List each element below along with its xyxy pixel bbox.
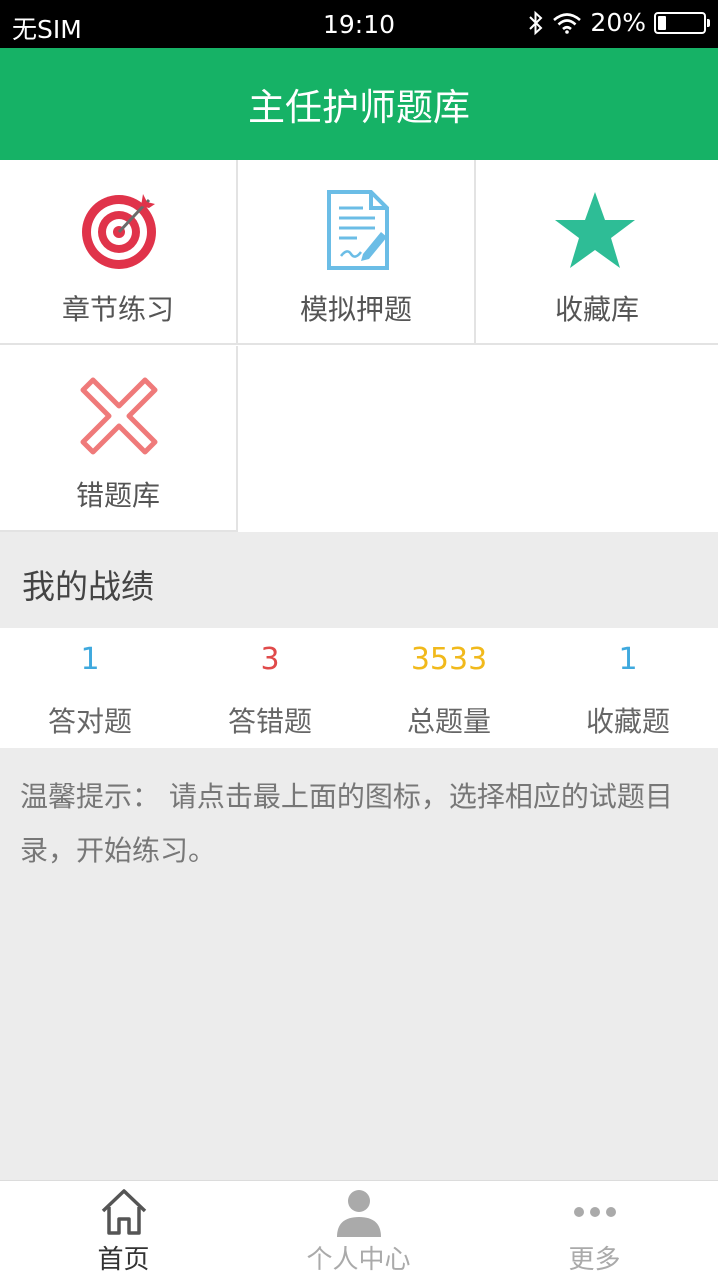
grid-item-favorites[interactable]: 收藏库: [476, 160, 718, 345]
grid-item-wrong-questions[interactable]: 错题库: [0, 346, 238, 532]
wifi-icon: [553, 12, 582, 34]
tip-text: 温馨提示： 请点击最上面的图标，选择相应的试题目录，开始练习。: [20, 780, 673, 867]
function-grid: 章节练习 模拟押题 收藏库 错题库: [0, 160, 718, 532]
nav-bar: 主任护师题库: [0, 48, 718, 160]
grid-item-label: 章节练习: [61, 293, 174, 326]
grid-item-label: 模拟押题: [299, 293, 412, 326]
tab-profile[interactable]: 个人中心: [239, 1181, 478, 1279]
stat-favorites[interactable]: 1 收藏题: [538, 628, 718, 748]
status-bar: 无SIM 19:10 20%: [0, 0, 718, 48]
section-title: 我的战绩: [0, 532, 718, 628]
status-right: 20%: [520, 8, 710, 37]
user-icon: [337, 1190, 381, 1237]
stat-total[interactable]: 3533 总题量: [359, 628, 539, 748]
stat-value: 3533: [410, 642, 488, 677]
grid-item-label: 收藏库: [554, 293, 639, 326]
grid-item-mock-exam[interactable]: 模拟押题: [238, 160, 476, 345]
stat-value: 1: [618, 642, 638, 677]
document-pen-icon: [327, 190, 389, 270]
more-icon: [574, 1207, 616, 1217]
close-icon: [80, 377, 158, 455]
stats-row: 1 答对题 3 答错题 3533 总题量 1 收藏题: [0, 628, 718, 748]
battery-percent: 20%: [590, 8, 646, 37]
tab-label: 更多: [568, 1245, 621, 1275]
target-icon: [82, 194, 156, 269]
stat-wrong[interactable]: 3 答错题: [180, 628, 360, 748]
grid-item-chapter-practice[interactable]: 章节练习: [0, 160, 238, 345]
stat-correct[interactable]: 1 答对题: [0, 628, 180, 748]
stat-value: 1: [80, 642, 100, 677]
stat-label: 收藏题: [585, 705, 670, 738]
tab-more[interactable]: 更多: [475, 1181, 714, 1279]
tab-bar: 首页 个人中心 更多: [0, 1180, 718, 1279]
battery-icon: [654, 11, 710, 34]
page-title: 主任护师题库: [248, 86, 470, 129]
tab-label: 个人中心: [306, 1245, 411, 1275]
bluetooth-icon: [529, 10, 543, 35]
stat-value: 3: [260, 642, 280, 677]
grid-item-label: 错题库: [75, 479, 160, 512]
stat-label: 答对题: [47, 705, 132, 738]
stat-label: 答错题: [227, 705, 312, 738]
tab-label: 首页: [97, 1245, 150, 1275]
star-icon: [555, 192, 635, 268]
tab-home[interactable]: 首页: [4, 1181, 243, 1279]
stat-label: 总题量: [406, 705, 491, 738]
home-icon: [101, 1189, 147, 1235]
